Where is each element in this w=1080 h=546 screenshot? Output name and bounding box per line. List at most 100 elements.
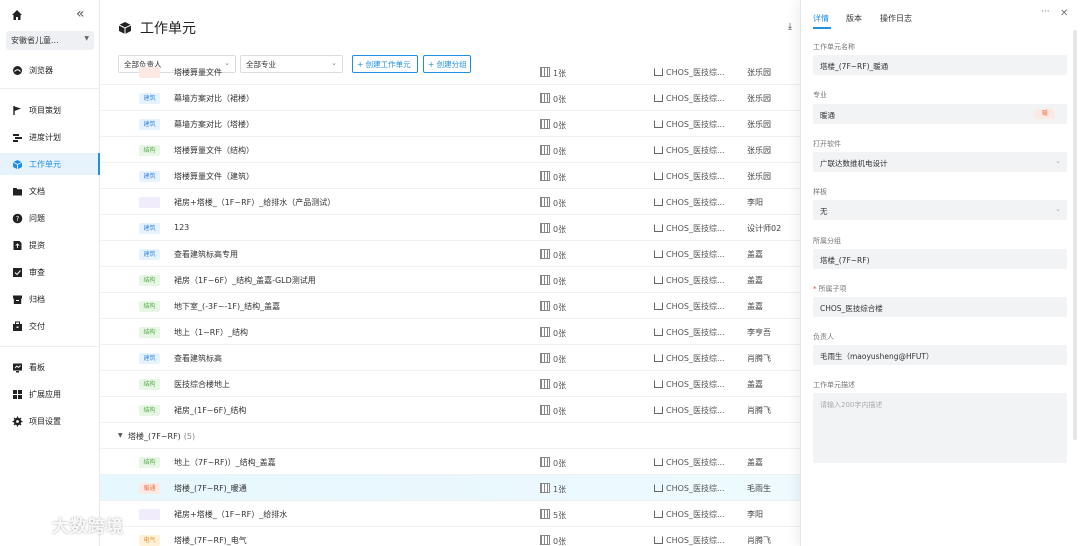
sidebar-item-delivery[interactable]: 交付 [0,315,100,337]
subproject-field[interactable]: CHOS_医技综合楼 [813,297,1067,317]
tab-detail[interactable]: 详情 [813,13,829,24]
description-textarea[interactable]: 请输入200字内描述 [813,393,1067,463]
unit-name[interactable]: 幕墙方案对比（塔楼） [174,119,254,130]
sidebar-item-label: 进度计划 [29,132,61,142]
panel-scrollbar[interactable] [1073,30,1077,440]
sidebar-item-planning[interactable]: 项目策划 [0,99,100,121]
unit-name[interactable]: 裙房+塔楼_（1F~RF）_给排水（产品测试） [174,197,335,208]
table-row[interactable]: 结构 地上（1~RF）_结构 0张 CHOS_医技综... 李亨吾 [100,319,800,345]
home-icon[interactable] [11,9,23,21]
discipline-tag: 结构 [139,301,160,312]
table-row[interactable]: 暖通 塔楼_(7F~RF)_暖通 1张 CHOS_医技综... 毛雨生 [100,475,800,501]
table-row[interactable]: 电气 塔楼_(7F~RF)_电气 0张 CHOS_医技综... 肖腾飞 [100,527,800,546]
sidebar-item-label: 交付 [29,321,45,331]
building-icon [654,510,663,518]
table-row[interactable]: 结构 裙房（1F~6F）_结构_盖嘉-GLD测试用 0张 CHOS_医技综... 盖嘉 [100,267,800,293]
table-row[interactable]: 结构 地下室_(-3F~-1F)_结构_盖嘉 0张 CHOS_医技综... 盖嘉 [100,293,800,319]
sidebar-item-issues[interactable]: ? 问题 [0,207,100,229]
sidebar-item-schedule[interactable]: 进度计划 [0,126,100,148]
subproject-cell: CHOS_医技综... [654,379,725,390]
unit-name[interactable]: 塔楼算量文件（建筑） [174,171,254,182]
table-row[interactable]: 结构 医技综合楼地上 0张 CHOS_医技综... 盖嘉 [100,371,800,397]
subproject-name: CHOS_医技综... [666,536,725,545]
unit-name-field[interactable]: 塔楼_(7F~RF)_暖通 [813,55,1067,75]
unit-name[interactable]: 塔楼算量文件（结构） [174,145,254,156]
unit-name[interactable]: 查看建筑标高 [174,353,222,364]
building-icon [654,94,663,102]
owner-cell: 张乐园 [747,172,771,181]
owner-cell: 李阳 [747,510,763,519]
unit-name[interactable]: 医技综合楼地上 [174,379,230,390]
group-header-row[interactable]: ▼ 塔楼_(7F~RF) (5) [100,423,800,449]
table-row[interactable]: 建筑 123 0张 CHOS_医技综... 设计师02 [100,215,800,241]
subproject-cell: CHOS_医技综... [654,405,725,416]
project-select[interactable]: 安徽省儿童... ▼ [6,31,94,50]
table-row[interactable]: 裙房+塔楼_（1F~RF）_给排水（产品测试） 0张 CHOS_医技综... 李阳 [100,189,800,215]
table-row[interactable]: 塔楼算量文件 1张 CHOS_医技综... 张乐园 [100,66,800,85]
table-row[interactable]: 建筑 幕墙方案对比（裙楼） 0张 CHOS_医技综... 张乐园 [100,85,800,111]
table-row[interactable]: 裙房+塔楼_（1F~RF）_给排水 5张 CHOS_医技综... 李阳 [100,501,800,527]
subproject-name: CHOS_医技综... [666,354,725,363]
software-select[interactable]: 广联达数维机电设计 ⌄ [813,152,1067,172]
tab-versions[interactable]: 版本 [846,13,862,24]
group-field[interactable]: 塔楼_(7F~RF) [813,249,1067,269]
unit-name[interactable]: 123 [174,223,189,232]
sidebar-item-review[interactable]: 审查 [0,261,100,283]
page-title: 工作单元 [118,18,196,38]
sidebar-item-label: 扩展应用 [29,389,61,399]
unit-name[interactable]: 地下室_(-3F~-1F)_结构_盖嘉 [174,301,280,312]
table-row[interactable]: 结构 塔楼算量文件（结构） 0张 CHOS_医技综... 张乐园 [100,137,800,163]
table-row[interactable]: 建筑 塔楼算量文件（建筑） 0张 CHOS_医技综... 张乐园 [100,163,800,189]
discipline-field[interactable]: 暖通 暖 [813,104,1067,124]
group-count: (5) [183,432,196,441]
unit-name[interactable]: 塔楼_(7F~RF)_暖通 [174,483,247,494]
owner-cell: 张乐园 [747,146,771,155]
description-placeholder: 请输入200字内描述 [820,401,883,409]
table-row[interactable]: 建筑 查看建筑标高专用 0张 CHOS_医技综... 盖嘉 [100,241,800,267]
owner-cell: 李亨吾 [747,328,771,337]
sidebar-item-settings[interactable]: 项目设置 [0,410,100,432]
sidebar-item-documents[interactable]: 文档 [0,180,100,202]
unit-name[interactable]: 地上（7F~RF)）_结构_盖嘉 [174,457,276,468]
download-icon[interactable]: ⤓ [788,22,792,32]
owner-cell: 盖嘉 [747,458,763,467]
discipline-tag: 电气 [139,535,160,546]
subproject-cell: CHOS_医技综... [654,327,725,338]
unit-name[interactable]: 地上（1~RF）_结构 [174,327,248,338]
subproject-cell: CHOS_医技综... [654,457,725,468]
sidebar-item-submit[interactable]: 提资 [0,234,100,256]
table-row[interactable]: 结构 地上（7F~RF)）_结构_盖嘉 0张 CHOS_医技综... 盖嘉 [100,449,800,475]
sidebar-divider [0,88,100,89]
drawing-count: 0张 [540,223,566,235]
sidebar-item-browser[interactable]: 浏览器 [0,59,100,81]
collapse-sidebar-icon[interactable]: « [76,6,85,22]
unit-name[interactable]: 裙房（1F~6F）_结构_盖嘉-GLD测试用 [174,275,316,286]
owner-cell: 张乐园 [747,120,771,129]
caret-down-icon[interactable]: ▼ [118,432,123,439]
owner-cell: 肖腾飞 [747,406,771,415]
sidebar-item-apps[interactable]: 扩展应用 [0,383,100,405]
discipline-tag: 建筑 [139,119,160,130]
more-icon[interactable]: ··· [1041,7,1050,17]
table-row[interactable]: 建筑 查看建筑标高 0张 CHOS_医技综... 肖腾飞 [100,345,800,371]
unit-name[interactable]: 塔楼_(7F~RF)_电气 [174,535,247,546]
unit-name[interactable]: 裙房+塔楼_（1F~RF）_给排水 [174,509,287,520]
chevron-down-icon: ⌄ [1055,205,1061,213]
owner-field[interactable]: 毛雨生（maoyusheng@HFUT） [813,345,1067,365]
sidebar-item-work-unit[interactable]: 工作单元 [0,153,100,175]
table-row[interactable]: 结构 裙房_(1F~6F)_结构 0张 CHOS_医技综... 肖腾飞 [100,397,800,423]
unit-name[interactable]: 幕墙方案对比（裙楼） [174,93,254,104]
unit-name[interactable]: 裙房_(1F~6F)_结构 [174,405,246,416]
sidebar-item-dashboard[interactable]: 看板 [0,356,100,378]
sidebar-item-archive[interactable]: 归档 [0,288,100,310]
tab-operation-log[interactable]: 操作日志 [880,13,912,24]
subproject-cell: CHOS_医技综... [654,223,725,234]
template-label: 样板 [813,188,827,196]
close-icon[interactable]: ✕ [1060,8,1068,19]
sidebar-item-label: 文档 [29,186,45,196]
unit-name[interactable]: 查看建筑标高专用 [174,249,238,260]
building-icon [654,458,663,466]
unit-name[interactable]: 塔楼算量文件 [174,67,222,78]
template-select[interactable]: 无 ⌄ [813,200,1067,220]
table-row[interactable]: 建筑 幕墙方案对比（塔楼） 0张 CHOS_医技综... 张乐园 [100,111,800,137]
